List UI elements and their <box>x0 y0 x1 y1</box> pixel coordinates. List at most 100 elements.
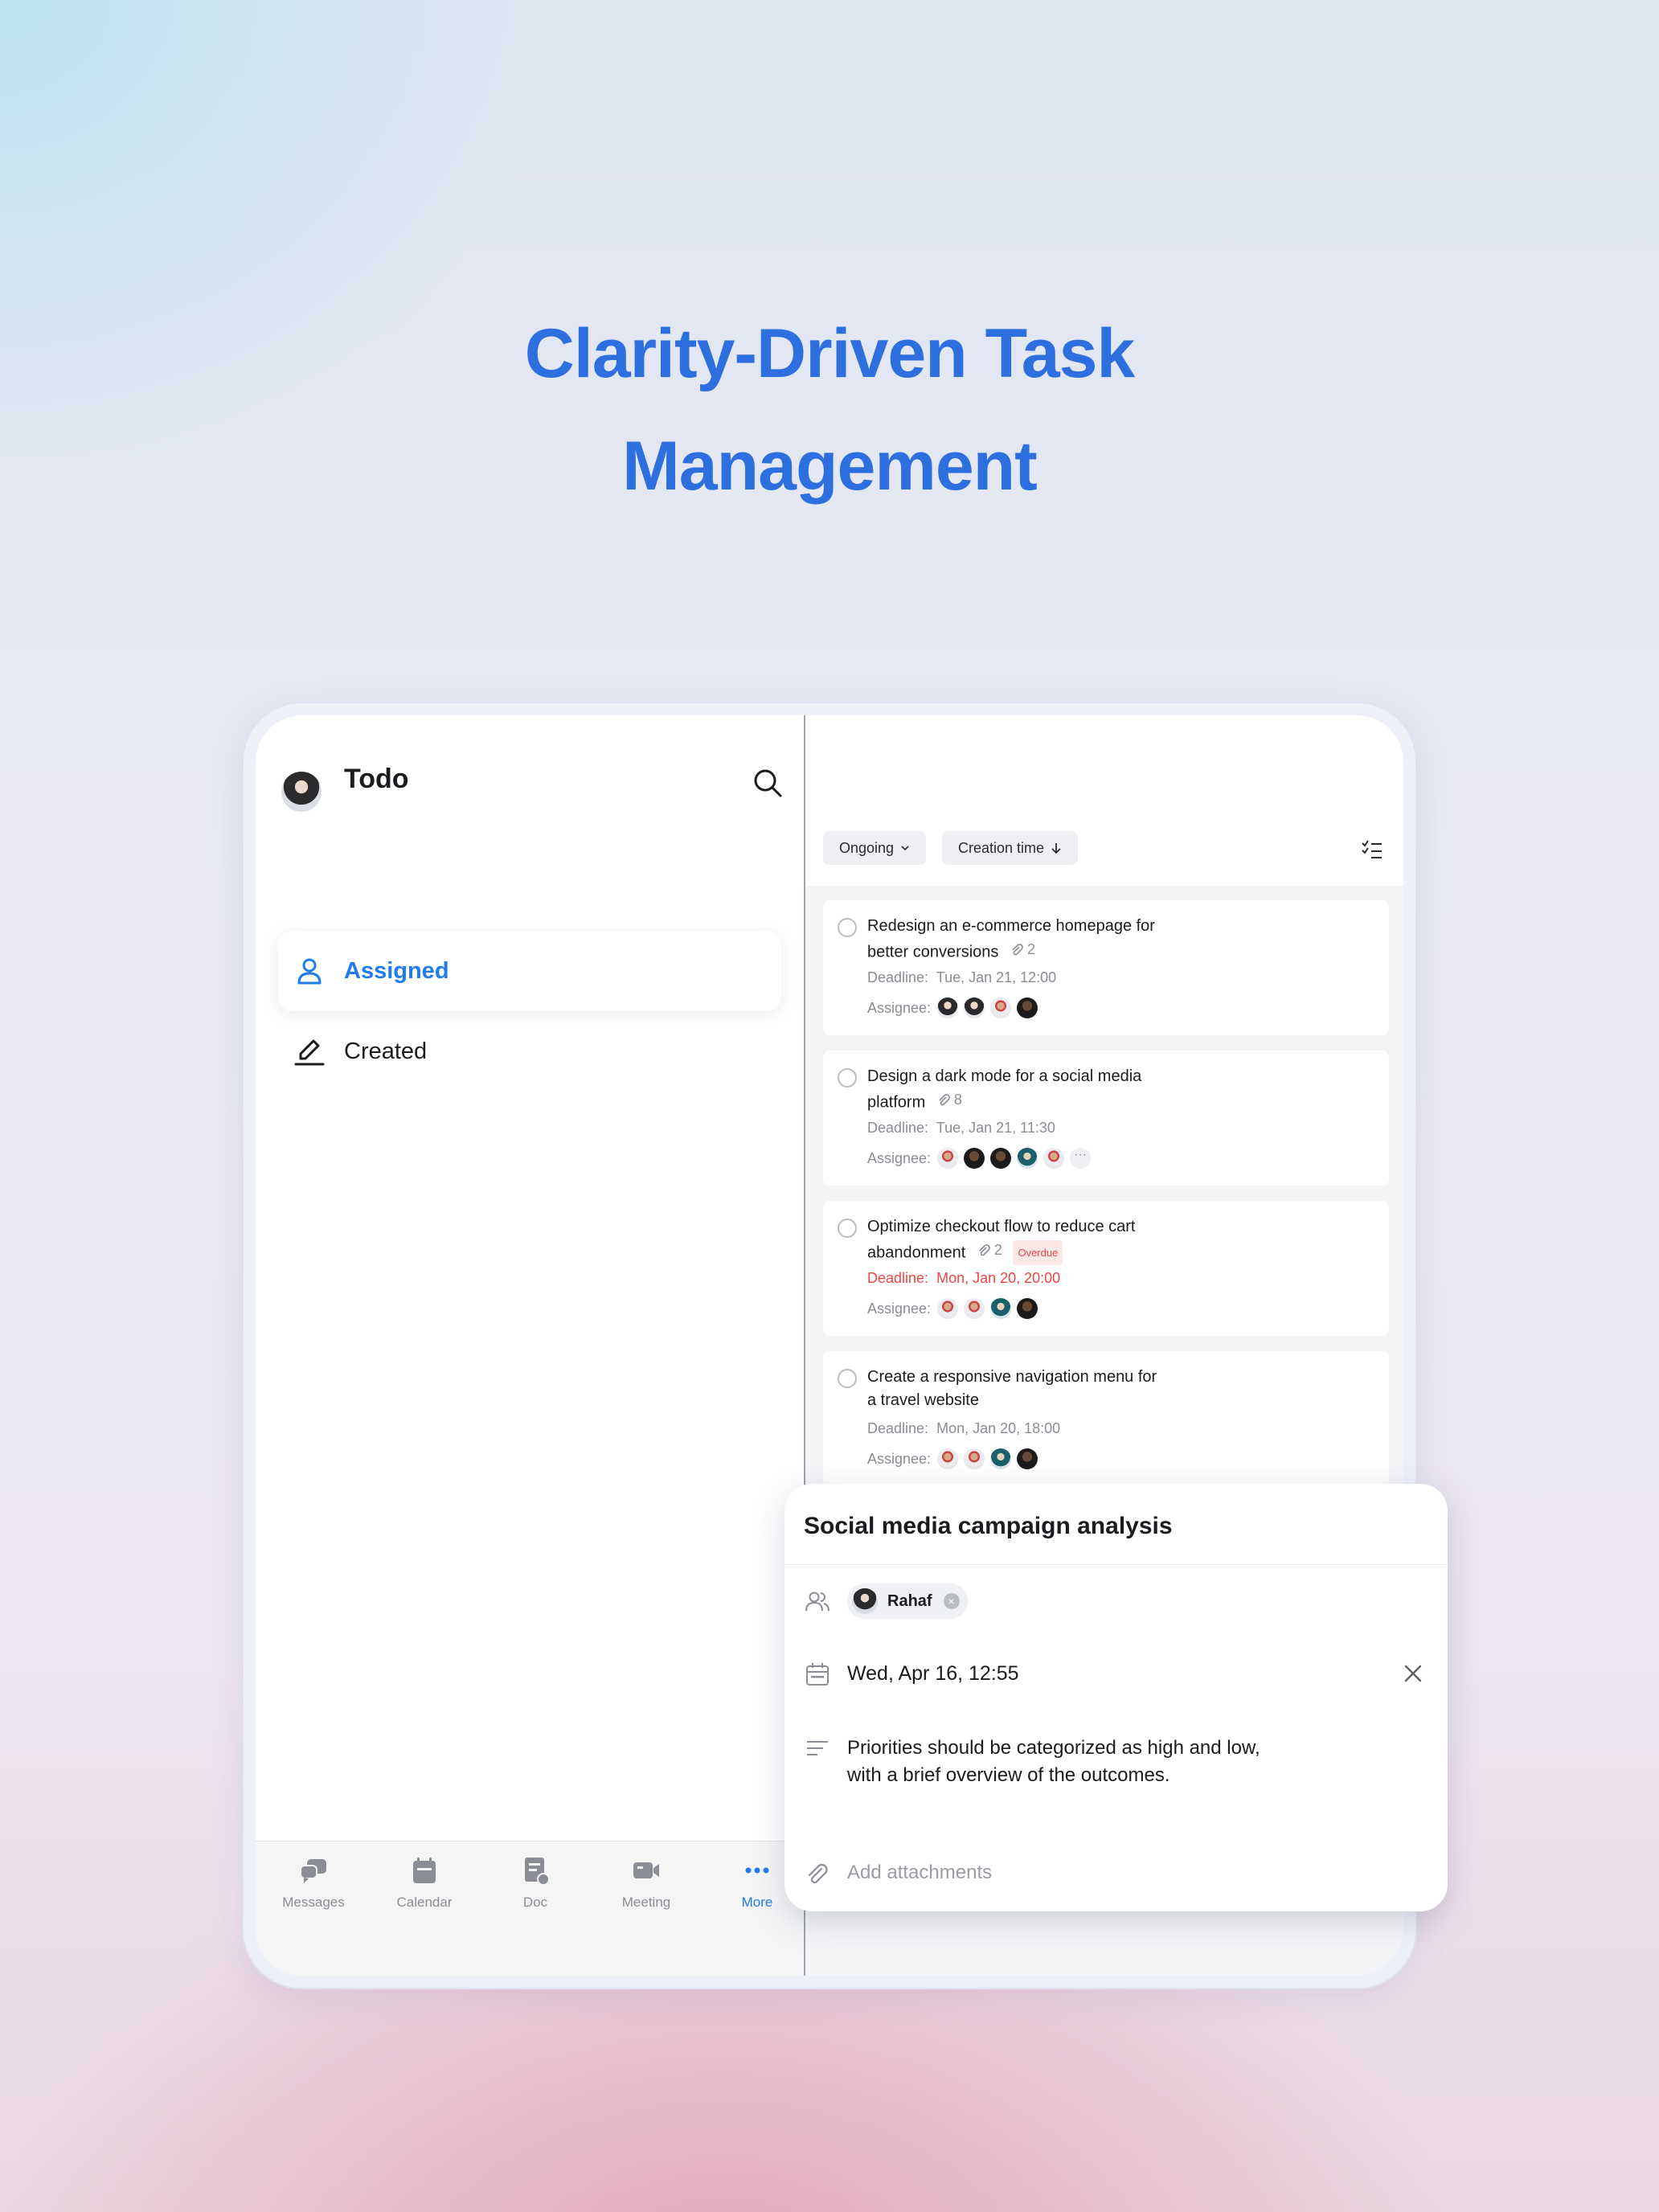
task-checkbox[interactable] <box>838 918 857 937</box>
task-title-line: abandonment <box>867 1243 966 1262</box>
avatar <box>1017 1298 1038 1319</box>
avatar <box>990 1448 1012 1469</box>
person-icon <box>297 958 322 985</box>
task-title-line: Optimize checkout flow to reduce cart <box>867 1218 1136 1235</box>
avatar <box>937 1148 959 1169</box>
close-icon[interactable] <box>1400 1661 1426 1686</box>
attachment-count: 8 <box>936 1088 962 1112</box>
task-deadline: Deadline: Tue, Jan 21, 12:00 <box>867 969 1056 986</box>
avatar <box>964 1148 985 1169</box>
attachment-count-value: 2 <box>993 1242 1002 1258</box>
avatar <box>1017 1148 1038 1169</box>
tab-label: Doc <box>522 1895 548 1910</box>
tab-doc[interactable]: Doc <box>481 1854 590 1911</box>
avatar <box>937 997 959 1018</box>
avatar <box>937 1448 959 1469</box>
more-assignees[interactable]: ··· <box>1070 1148 1092 1169</box>
assignee-row: Assignee: <box>867 995 1043 1021</box>
more-dots-icon <box>745 1867 769 1874</box>
overdue-badge: Overdue <box>1013 1239 1063 1265</box>
chevron-down-icon <box>901 846 909 851</box>
due-date-field[interactable]: Wed, Apr 16, 12:55 <box>847 1662 1019 1686</box>
filter-bar: Ongoing Creation time <box>805 820 1403 886</box>
status-filter-label: Ongoing <box>839 839 895 856</box>
bottom-tab-bar: Messages Calendar Doc Meeting More <box>256 1841 804 1976</box>
people-icon <box>805 1591 830 1612</box>
paperclip-icon <box>979 1243 990 1256</box>
remove-assignee-icon[interactable]: × <box>943 1593 960 1609</box>
deadline-label: Deadline: <box>867 969 929 985</box>
sort-label: Creation time <box>958 839 1045 856</box>
avatar <box>1017 1448 1038 1469</box>
deadline-value: Tue, Jan 21, 12:00 <box>936 969 1057 985</box>
avatar <box>852 1588 878 1614</box>
task-deadline: Deadline: Mon, Jan 20, 20:00 <box>867 1270 1060 1287</box>
task-checkbox[interactable] <box>838 1219 857 1238</box>
sidebar-item-label: Created <box>344 1038 428 1064</box>
search-icon[interactable] <box>750 765 785 801</box>
avatar <box>964 997 985 1018</box>
headline: Clarity-Driven Task Management <box>0 297 1659 522</box>
headline-line-1: Clarity-Driven Task <box>524 315 1136 392</box>
attachment-count: 2 <box>1010 938 1035 961</box>
popover-title[interactable]: Social media campaign analysis <box>804 1513 1173 1540</box>
sidebar-pane: Todo Assigned Created Messages Calendar … <box>256 715 804 1976</box>
attachment-count: 2 <box>977 1239 1002 1262</box>
tab-calendar[interactable]: Calendar <box>370 1854 479 1911</box>
sort-dropdown[interactable]: Creation time <box>942 831 1079 865</box>
task-card[interactable]: Create a responsive navigation menu for … <box>823 1351 1389 1486</box>
task-checkbox[interactable] <box>838 1369 857 1388</box>
calendar-icon <box>806 1663 829 1686</box>
avatar <box>964 1298 985 1319</box>
video-camera-icon <box>633 1862 659 1878</box>
deadline-value: Mon, Jan 20, 20:00 <box>936 1270 1061 1286</box>
assignee-label: Assignee: <box>867 1300 932 1317</box>
attachment-count-value: 8 <box>953 1092 962 1108</box>
chat-bubbles-icon <box>300 1859 326 1883</box>
sidebar-item-created[interactable]: Created <box>278 1011 781 1092</box>
arrow-down-icon <box>1051 843 1061 854</box>
task-deadline: Deadline: Tue, Jan 21, 11:30 <box>867 1120 1055 1137</box>
task-deadline: Deadline: Mon, Jan 20, 18:00 <box>867 1420 1060 1437</box>
assignee-label: Assignee: <box>867 1450 932 1467</box>
doc-icon <box>525 1858 550 1886</box>
avatar <box>990 1298 1012 1319</box>
task-title: Create a responsive navigation menu for … <box>867 1366 1237 1412</box>
add-attachments-button[interactable]: Add attachments <box>847 1862 992 1884</box>
tab-label: Calendar <box>396 1895 453 1910</box>
popover-divider <box>784 1564 1448 1565</box>
task-checkbox[interactable] <box>838 1068 857 1088</box>
tab-meeting[interactable]: Meeting <box>592 1854 701 1911</box>
task-title-line: better conversions <box>867 943 999 961</box>
headline-line-2: Management <box>622 428 1038 505</box>
task-title-line: platform <box>867 1093 926 1112</box>
avatar <box>990 1148 1012 1169</box>
sidebar-item-label: Assigned <box>344 957 449 984</box>
assignee-row: Assignee: <box>867 1296 1043 1321</box>
paperclip-icon <box>1012 943 1023 955</box>
sidebar-item-assigned[interactable]: Assigned <box>278 931 781 1011</box>
task-card[interactable]: Design a dark mode for a social media pl… <box>823 1051 1389 1186</box>
task-title: Optimize checkout flow to reduce cart ab… <box>867 1215 1237 1265</box>
avatar <box>937 1298 959 1319</box>
paperclip-icon <box>939 1093 950 1105</box>
profile-avatar[interactable] <box>281 772 322 812</box>
assignee-row: Assignee: ··· <box>867 1145 1096 1171</box>
pencil-icon <box>294 1039 325 1066</box>
status-filter-dropdown[interactable]: Ongoing <box>823 831 927 865</box>
description-lines-icon <box>807 1741 828 1755</box>
attachment-count-value: 2 <box>1026 941 1035 957</box>
checklist-icon[interactable] <box>1360 838 1384 862</box>
task-card[interactable]: Optimize checkout flow to reduce cart ab… <box>823 1201 1389 1336</box>
task-card[interactable]: Redesign an e-commerce homepage for bett… <box>823 900 1389 1035</box>
assignee-chip[interactable]: Rahaf × <box>847 1583 968 1619</box>
task-title-line: a travel website <box>867 1391 979 1409</box>
tab-messages[interactable]: Messages <box>259 1854 368 1911</box>
tab-label: Meeting <box>621 1895 671 1910</box>
deadline-label: Deadline: <box>867 1420 929 1436</box>
description-field[interactable]: Priorities should be categorized as high… <box>847 1735 1265 1789</box>
assignee-label: Assignee: <box>867 1149 932 1166</box>
task-title-line: Design a dark mode for a social media <box>867 1067 1142 1085</box>
task-title-line: Redesign an e-commerce homepage for <box>867 917 1155 935</box>
assignee-label: Assignee: <box>867 999 932 1016</box>
